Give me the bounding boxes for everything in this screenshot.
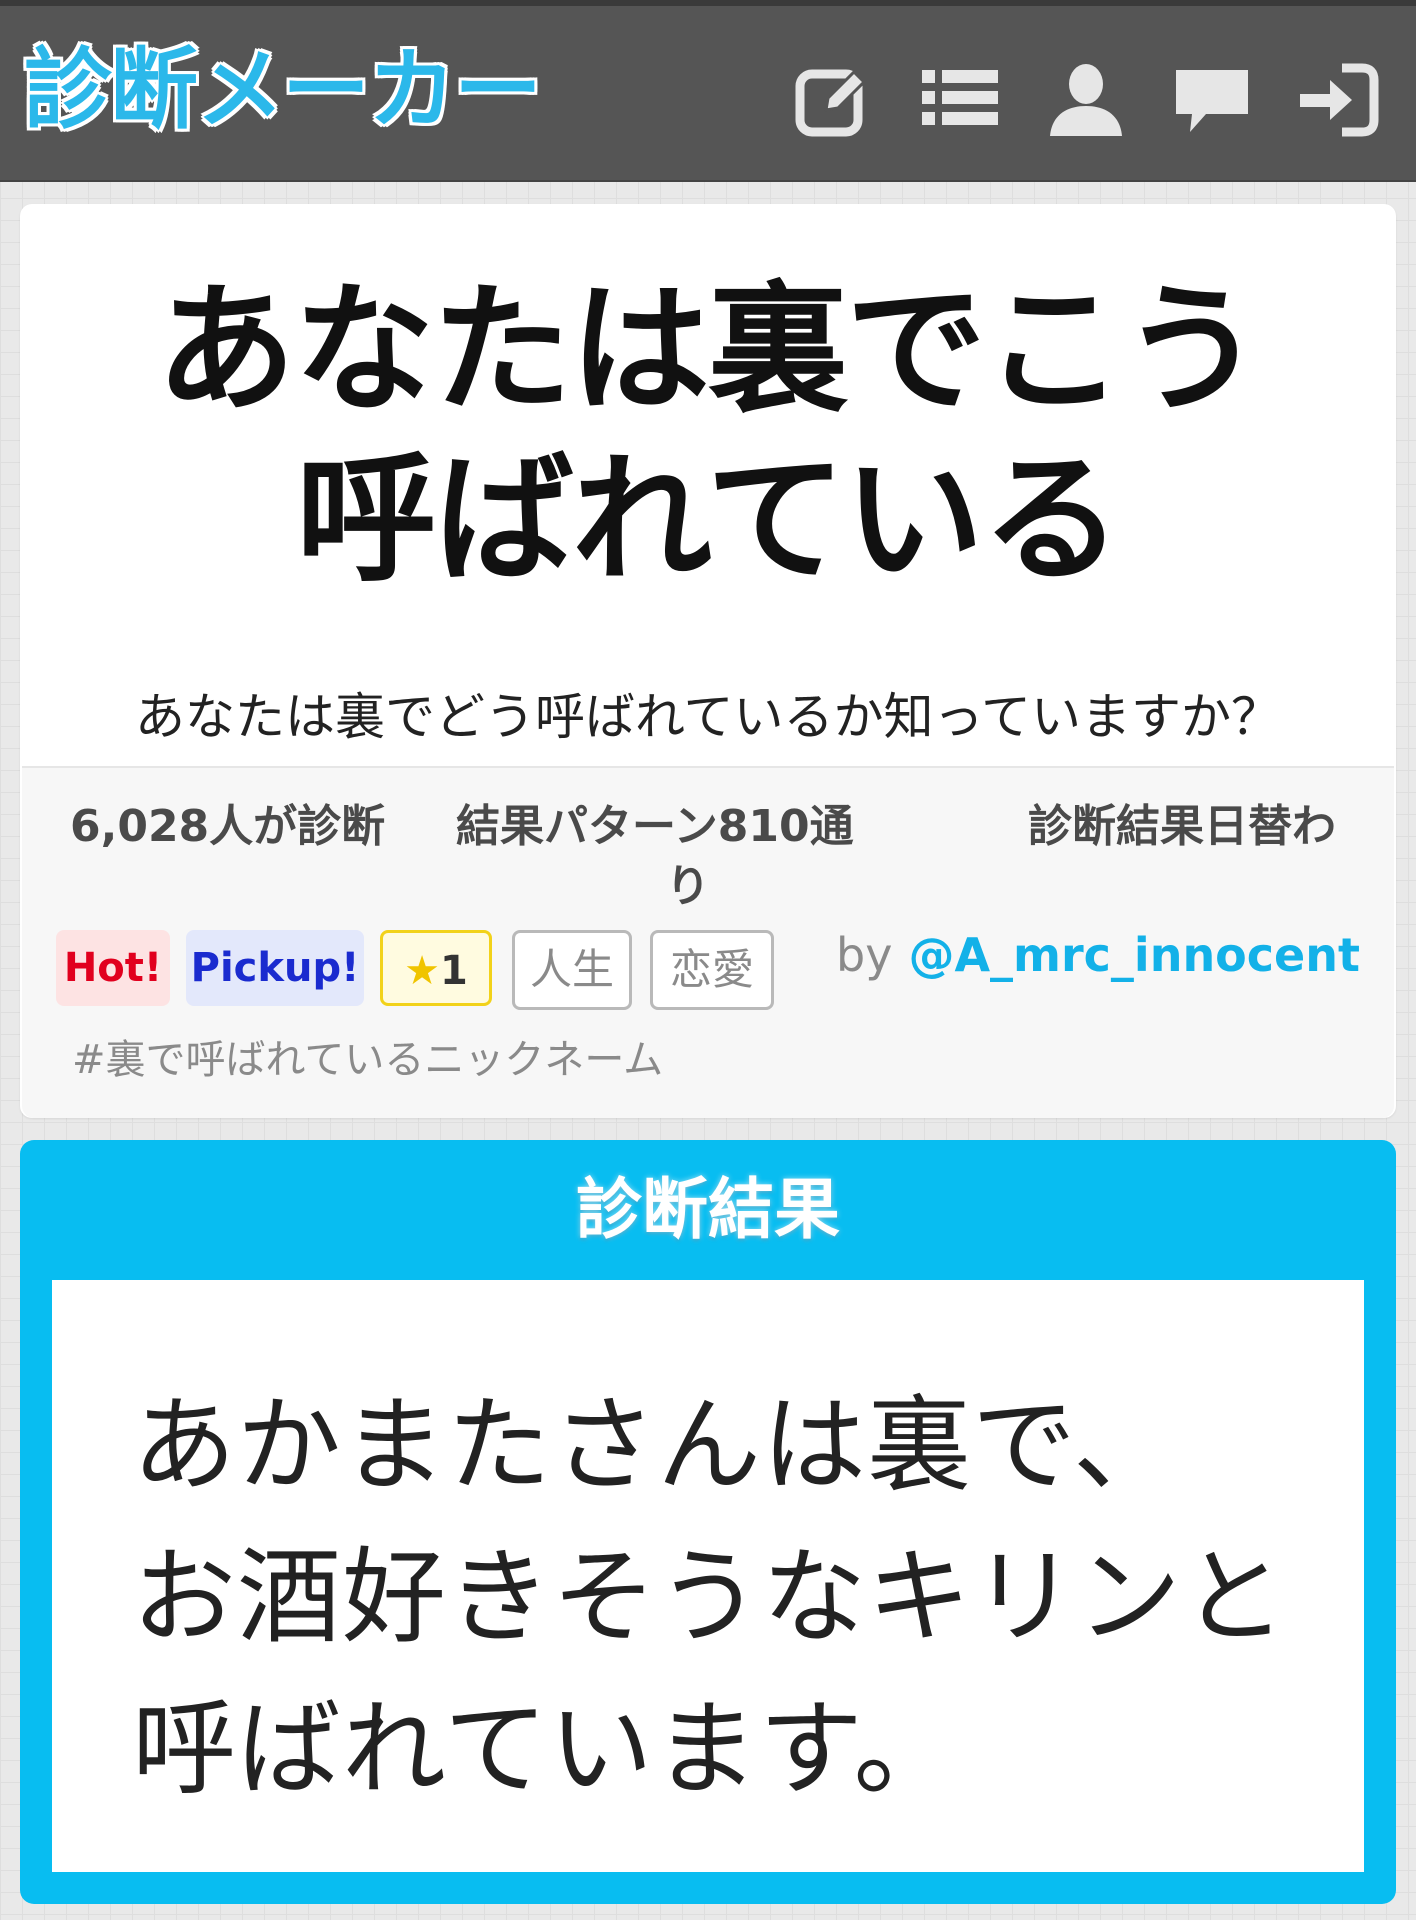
- result-heading: 診断結果: [576, 1171, 840, 1248]
- result-pattern-count: 結果パターン810通: [456, 801, 854, 852]
- tag-love[interactable]: 恋愛: [650, 930, 774, 1010]
- star-count: 1: [440, 948, 468, 994]
- hashtag-link[interactable]: #裏で呼ばれているニックネーム: [72, 1032, 663, 1088]
- result-line: お酒好きそうなキリンと: [132, 1536, 1288, 1658]
- list-icon[interactable]: [918, 58, 1002, 142]
- diagnosis-title: あなたは裏でこう 呼ばれている: [20, 266, 1396, 606]
- daily-change-note: 診断結果日替わ: [1028, 801, 1336, 852]
- hot-badge[interactable]: Hot!: [56, 930, 170, 1006]
- title-line-2: 呼ばれている: [296, 439, 1122, 602]
- tag-life[interactable]: 人生: [512, 930, 632, 1010]
- result-line: あかまたさんは裏で、: [132, 1384, 1178, 1506]
- site-logo[interactable]: 診断メーカー: [22, 38, 543, 141]
- result-text-box: あかまたさんは裏で、 お酒好きそうなキリンと 呼ばれています。: [52, 1280, 1364, 1872]
- chat-icon[interactable]: [1170, 58, 1254, 142]
- result-pattern-count-wrap: り: [666, 861, 710, 912]
- diagnosis-count: 6,028人が診断: [70, 801, 386, 852]
- site-header: 診断メーカー: [0, 0, 1416, 182]
- diagnosis-meta: 6,028人が診断 結果パターン810通 り 診断結果日替わ Hot! Pick…: [22, 766, 1394, 1118]
- result-line: 呼ばれています。: [132, 1688, 959, 1810]
- favorite-star-badge[interactable]: ★1: [380, 930, 492, 1006]
- pickup-badge[interactable]: Pickup!: [186, 930, 364, 1006]
- author-prefix: by: [836, 928, 893, 982]
- author-link[interactable]: @A_mrc_innocent: [908, 928, 1360, 982]
- diagnosis-description: あなたは裏でどう呼ばれているか知っていますか？: [135, 688, 1281, 746]
- login-icon[interactable]: [1296, 58, 1380, 142]
- star-icon: ★: [404, 948, 440, 994]
- diagnosis-card: あなたは裏でこう 呼ばれている あなたは裏でどう呼ばれているか知っていますか？ …: [20, 204, 1396, 1118]
- result-card: 診断結果 あかまたさんは裏で、 お酒好きそうなキリンと 呼ばれています。: [20, 1140, 1396, 1904]
- edit-icon[interactable]: [792, 58, 876, 142]
- title-line-1: あなたは裏でこう: [155, 269, 1262, 432]
- author-credit: by @A_mrc_innocent: [836, 928, 1360, 982]
- user-icon[interactable]: [1044, 58, 1128, 142]
